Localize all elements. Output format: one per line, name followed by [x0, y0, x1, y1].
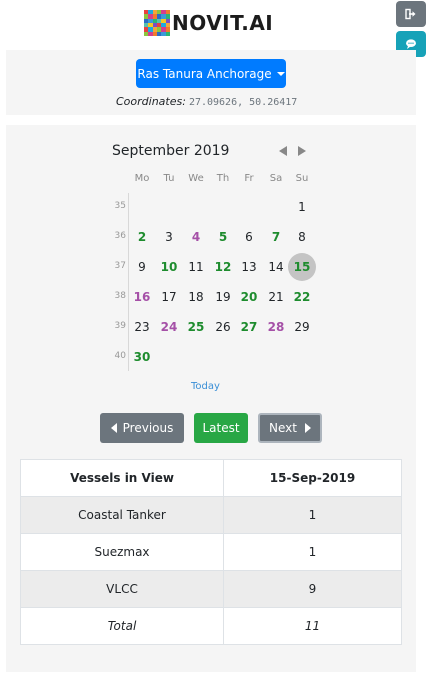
total-count-cell: 11 — [223, 607, 402, 645]
week-number-divider — [128, 193, 129, 371]
week-number: 40 — [114, 351, 126, 361]
calendar-panel: September 2019 Mo Tu We Th Fr Sa Su 35 1 36 2 3 4 5 6 7… — [6, 125, 416, 672]
calendar-day[interactable]: 9 — [128, 253, 156, 281]
prev-month-icon[interactable] — [279, 146, 287, 156]
calendar-day[interactable]: 29 — [288, 313, 316, 341]
calendar-day[interactable]: 14 — [262, 253, 290, 281]
calendar-day[interactable]: 1 — [288, 193, 316, 221]
coordinates-value: 27.09626, 50.26417 — [188, 97, 298, 108]
week-number: 36 — [114, 231, 126, 241]
coordinates: Coordinates: 27.09626, 50.26417 — [116, 95, 297, 108]
next-month-icon[interactable] — [298, 146, 306, 156]
vessel-count-cell: 1 — [223, 533, 402, 571]
calendar-day[interactable]: 13 — [235, 253, 263, 281]
app-root: NOVIT.AI Ras Tanura Anchorage Coordinate… — [0, 0, 428, 681]
calendar-day[interactable]: 24 — [155, 313, 183, 341]
calendar-day[interactable]: 18 — [182, 283, 210, 311]
vessels-column-header: Vessels in View — [20, 459, 224, 497]
day-of-week-header: Th — [216, 173, 230, 184]
calendar-day[interactable]: 22 — [288, 283, 316, 311]
caret-right-icon — [304, 423, 311, 433]
week-number: 35 — [114, 201, 126, 211]
calendar-day[interactable]: 27 — [235, 313, 263, 341]
day-of-week-header: Fr — [244, 173, 254, 184]
coordinates-label: Coordinates: — [116, 95, 186, 108]
calendar-day[interactable]: 15 — [288, 253, 316, 281]
vessel-type-cell: VLCC — [20, 570, 224, 608]
week-number: 39 — [114, 321, 126, 331]
table-row: Coastal Tanker 1 — [20, 496, 402, 534]
next-button-label: Next — [269, 421, 297, 435]
table-header-row: Vessels in View 15-Sep-2019 — [20, 459, 402, 497]
calendar-day[interactable]: 16 — [128, 283, 156, 311]
calendar-day[interactable]: 19 — [209, 283, 237, 311]
calendar-day[interactable]: 20 — [235, 283, 263, 311]
table-row: VLCC 9 — [20, 570, 402, 608]
vessel-type-cell: Coastal Tanker — [20, 496, 224, 534]
brand-logo: NOVIT.AI — [144, 10, 273, 36]
calendar-day[interactable]: 2 — [128, 223, 156, 251]
chat-bubble-icon — [406, 39, 416, 49]
location-dropdown[interactable]: Ras Tanura Anchorage — [136, 59, 286, 88]
calendar-day[interactable]: 6 — [235, 223, 263, 251]
table-row: Suezmax 1 — [20, 533, 402, 571]
latest-button[interactable]: Latest — [194, 413, 248, 443]
calendar-day[interactable]: 25 — [182, 313, 210, 341]
calendar-month-title: September 2019 — [112, 143, 230, 159]
week-number: 37 — [114, 261, 126, 271]
previous-button-label: Previous — [122, 421, 174, 435]
total-label-cell: Total — [20, 607, 224, 645]
sign-out-icon — [405, 8, 416, 20]
day-of-week-header: Tu — [163, 173, 175, 184]
vessel-type-cell: Suezmax — [20, 533, 224, 571]
vessel-count-cell: 1 — [223, 496, 402, 534]
caret-left-icon — [110, 423, 117, 433]
caret-down-icon — [276, 71, 285, 76]
calendar-day[interactable]: 28 — [262, 313, 290, 341]
brand-name: NOVIT.AI — [172, 11, 274, 35]
table-total-row: Total 11 — [20, 607, 402, 645]
day-of-week-header: Su — [295, 173, 309, 184]
calendar-day[interactable]: 23 — [128, 313, 156, 341]
calendar-day[interactable]: 17 — [155, 283, 183, 311]
day-of-week-header: Mo — [134, 173, 150, 184]
calendar-day[interactable]: 11 — [182, 253, 210, 281]
calendar-day[interactable]: 3 — [155, 223, 183, 251]
date-column-header: 15-Sep-2019 — [223, 459, 402, 497]
day-of-week-header: Sa — [269, 173, 283, 184]
calendar-day[interactable]: 21 — [262, 283, 290, 311]
day-of-week-header: We — [188, 173, 204, 184]
calendar-day[interactable]: 26 — [209, 313, 237, 341]
previous-button[interactable]: Previous — [100, 413, 184, 443]
today-link[interactable]: Today — [191, 381, 220, 392]
latest-button-label: Latest — [202, 421, 240, 435]
color-grid-logo-icon — [144, 10, 170, 36]
header: NOVIT.AI — [0, 0, 428, 57]
logout-button[interactable] — [396, 1, 426, 27]
calendar-day[interactable]: 7 — [262, 223, 290, 251]
calendar-day[interactable]: 30 — [128, 343, 156, 371]
location-panel: Ras Tanura Anchorage Coordinates: 27.0962… — [6, 50, 416, 115]
vessel-count-cell: 9 — [223, 570, 402, 608]
vessels-table: Vessels in View 15-Sep-2019 Coastal Tank… — [20, 459, 402, 645]
week-number: 38 — [114, 291, 126, 301]
calendar-day[interactable]: 5 — [209, 223, 237, 251]
calendar-day[interactable]: 4 — [182, 223, 210, 251]
calendar-day[interactable]: 12 — [209, 253, 237, 281]
calendar-day[interactable]: 8 — [288, 223, 316, 251]
location-dropdown-label: Ras Tanura Anchorage — [137, 66, 272, 81]
calendar-day[interactable]: 10 — [155, 253, 183, 281]
next-button[interactable]: Next — [258, 413, 322, 443]
